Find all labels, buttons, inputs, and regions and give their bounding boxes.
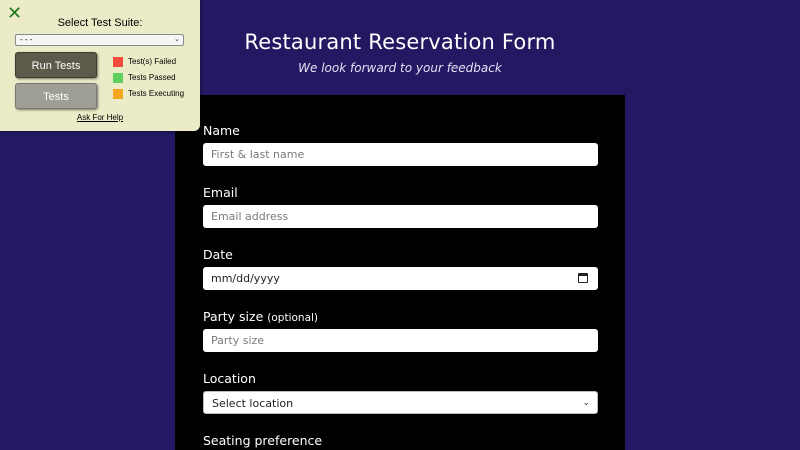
name-label: Name bbox=[203, 123, 240, 138]
legend-passed-label: Tests Passed bbox=[128, 73, 176, 82]
ask-for-help-link[interactable]: Ask For Help bbox=[0, 113, 200, 122]
location-label: Location bbox=[203, 371, 256, 386]
chevron-down-icon: ⌄ bbox=[174, 36, 180, 43]
legend-failed: Test(s) Failed bbox=[113, 57, 176, 67]
location-select[interactable]: Select location ⌄ bbox=[203, 391, 598, 414]
passed-swatch bbox=[113, 73, 123, 83]
failed-swatch bbox=[113, 57, 123, 67]
test-suite-select[interactable]: - - - ⌄ bbox=[15, 34, 184, 46]
email-label: Email bbox=[203, 185, 238, 200]
name-input[interactable]: First & last name bbox=[203, 143, 598, 166]
calendar-icon[interactable] bbox=[578, 273, 588, 283]
legend-failed-label: Test(s) Failed bbox=[128, 57, 177, 66]
party-size-label-text: Party size bbox=[203, 309, 264, 324]
seating-label: Seating preference bbox=[203, 433, 323, 448]
executing-swatch bbox=[113, 89, 123, 99]
chevron-down-icon: ⌄ bbox=[582, 398, 590, 408]
test-suite-selected: - - - bbox=[20, 35, 33, 44]
location-selected-value: Select location bbox=[212, 397, 294, 410]
optional-hint: (optional) bbox=[267, 312, 319, 324]
reservation-form: Name First & last name Email Email addre… bbox=[175, 95, 625, 450]
tests-button[interactable]: Tests bbox=[15, 83, 97, 109]
test-suite-panel: ✕ Select Test Suite: - - - ⌄ Run Tests T… bbox=[0, 0, 200, 131]
party-size-input[interactable]: Party size bbox=[203, 329, 598, 352]
test-suite-title: Select Test Suite: bbox=[57, 17, 143, 29]
legend-executing: Tests Executing bbox=[113, 89, 184, 99]
run-tests-button[interactable]: Run Tests bbox=[15, 52, 97, 78]
date-input[interactable]: mm/dd/yyyy bbox=[203, 267, 598, 290]
legend-executing-label: Tests Executing bbox=[128, 89, 185, 98]
date-label: Date bbox=[203, 247, 233, 262]
date-input-value: mm/dd/yyyy bbox=[211, 272, 280, 285]
email-input[interactable]: Email address bbox=[203, 205, 598, 228]
page: Restaurant Reservation Form We look forw… bbox=[0, 0, 800, 450]
party-size-label: Party size (optional) bbox=[203, 309, 318, 324]
legend-passed: Tests Passed bbox=[113, 73, 176, 83]
